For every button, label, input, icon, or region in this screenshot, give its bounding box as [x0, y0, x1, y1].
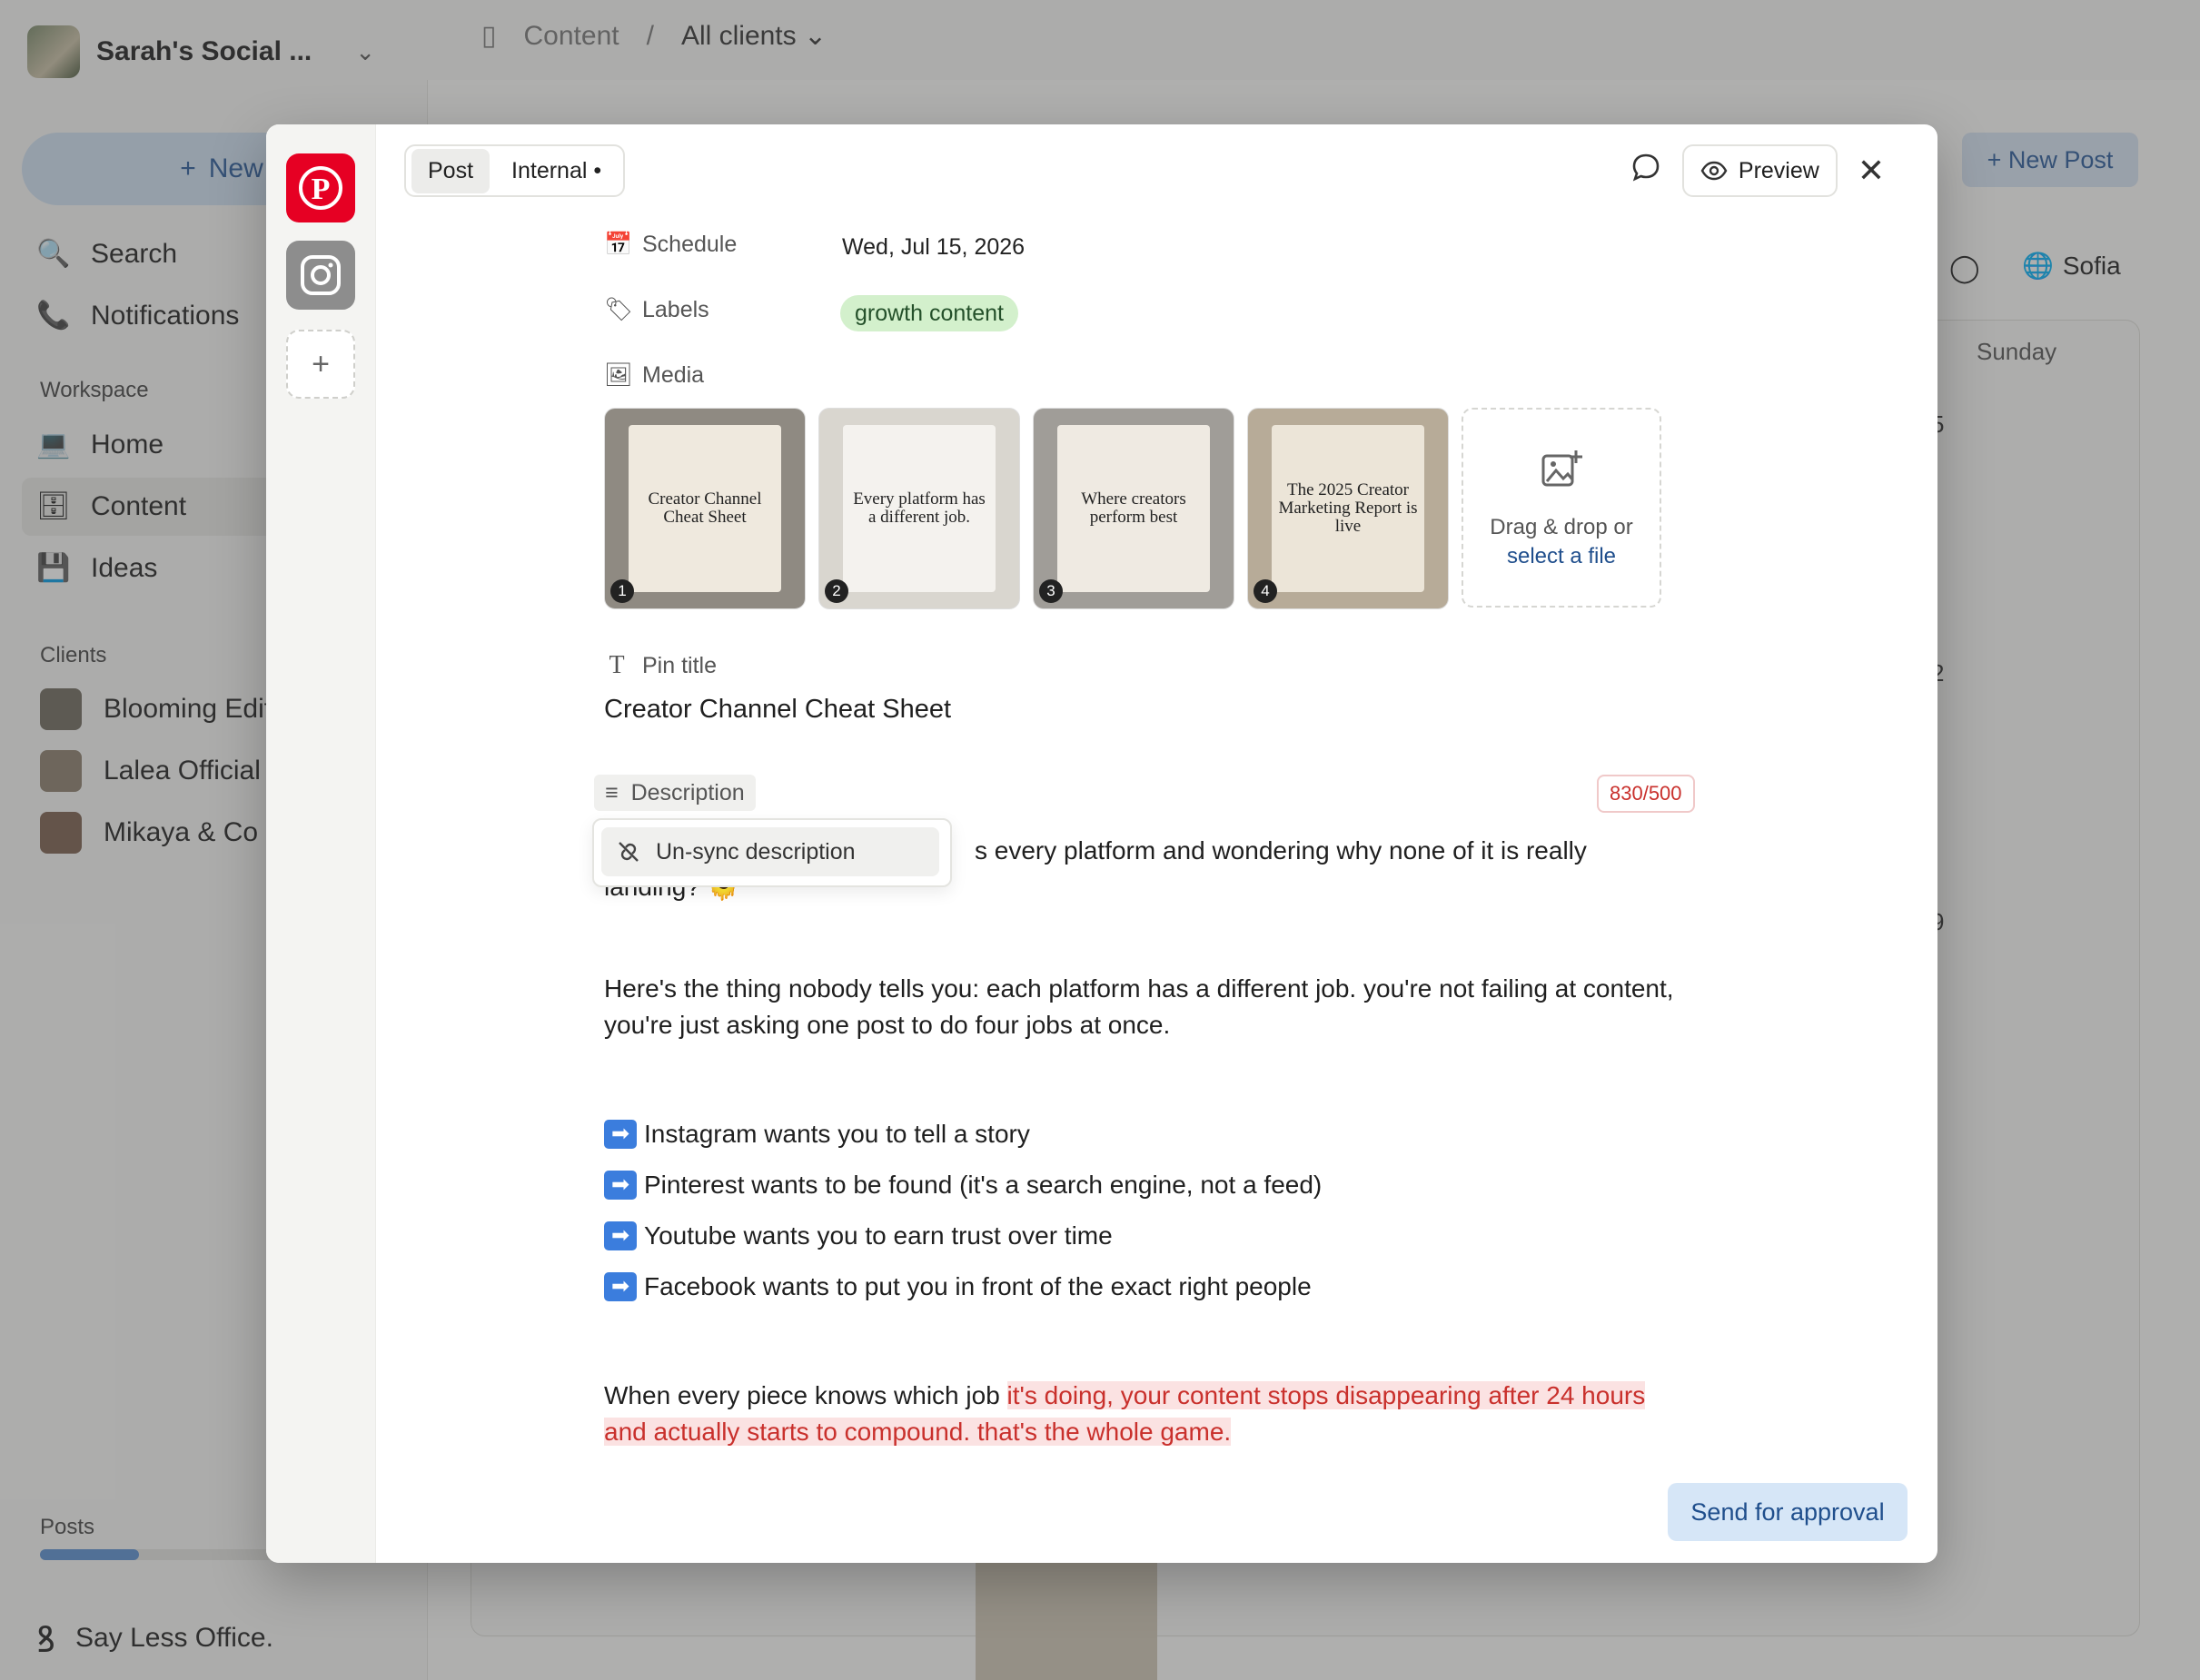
pin-title-input[interactable]: Creator Channel Cheat Sheet: [604, 695, 951, 725]
media-thumbnail[interactable]: Creator Channel Cheat Sheet 1: [604, 408, 806, 609]
list-item: ➡ Instagram wants you to tell a story: [604, 1109, 1676, 1160]
label-chip[interactable]: growth content: [840, 295, 1018, 331]
platform-rail: P +: [266, 124, 376, 1563]
media-card: Every platform has a different job.: [843, 425, 996, 592]
list-item: ➡ Facebook wants to put you in front of t…: [604, 1261, 1676, 1312]
description-label: Description: [630, 779, 745, 805]
align-left-icon: ≡: [605, 779, 619, 805]
close-icon[interactable]: ✕: [1858, 152, 1885, 190]
arrow-right-icon: ➡: [604, 1272, 637, 1301]
media-dropzone[interactable]: Drag & drop or select a file: [1462, 408, 1661, 608]
select-file-link[interactable]: select a file: [1507, 544, 1616, 569]
instagram-tab[interactable]: [286, 241, 355, 310]
arrow-right-icon: ➡: [604, 1171, 637, 1200]
media-number: 1: [610, 579, 634, 603]
media-number: 3: [1039, 579, 1063, 603]
media-thumbnail[interactable]: The 2025 Creator Marketing Report is liv…: [1247, 408, 1449, 609]
media-thumbnail[interactable]: Every platform has a different job. 2: [818, 408, 1020, 609]
list-item: ➡ Youtube wants you to earn trust over ti…: [604, 1211, 1676, 1261]
media-thumbnail[interactable]: Where creators perform best 3: [1033, 408, 1234, 609]
description-paragraph: Here's the thing nobody tells you: each …: [604, 974, 1674, 1039]
description-label-button[interactable]: ≡ Description: [594, 775, 756, 811]
media-card: Where creators perform best: [1057, 425, 1210, 592]
pinterest-icon: P: [299, 166, 342, 210]
pin-title-label: Pin title: [642, 652, 717, 678]
arrow-right-icon: ➡: [604, 1221, 637, 1250]
eye-icon: [1700, 161, 1728, 181]
tag-icon: 🏷: [604, 297, 633, 322]
pin-title-field: T Pin title: [604, 651, 717, 680]
add-platform-button[interactable]: +: [286, 330, 355, 399]
media-number: 2: [825, 579, 848, 603]
media-label: Media: [642, 362, 705, 388]
media-number: 4: [1254, 579, 1277, 603]
description-menu: Un-sync description: [592, 818, 952, 887]
calendar-icon: 📅: [604, 232, 633, 257]
editor-tabs: Post Internal •: [404, 144, 626, 197]
media-card: The 2025 Creator Marketing Report is liv…: [1272, 425, 1424, 592]
preview-button[interactable]: Preview: [1681, 144, 1838, 197]
description-editor[interactable]: s every platform and wondering why none …: [604, 833, 1676, 1450]
schedule-label: Schedule: [642, 232, 738, 257]
image-icon: 🖼: [604, 362, 633, 388]
media-title: Creator Channel Cheat Sheet: [648, 489, 762, 527]
instagram-icon: [301, 255, 341, 295]
unsync-description-item[interactable]: Un-sync description: [601, 827, 939, 876]
tab-internal[interactable]: Internal •: [495, 149, 618, 193]
character-counter: 830/500: [1597, 775, 1695, 813]
schedule-field: 📅 Schedule: [604, 232, 737, 258]
comment-icon[interactable]: [1630, 151, 1662, 192]
schedule-value[interactable]: Wed, Jul 15, 2026: [842, 234, 1025, 261]
add-image-icon: [1540, 447, 1583, 500]
pinterest-tab[interactable]: P: [286, 153, 355, 222]
media-field: 🖼 Media: [604, 362, 704, 389]
media-title: Every platform has a different job.: [853, 489, 986, 527]
list-item: ➡ Pinterest wants to be found (it's a sea…: [604, 1160, 1676, 1211]
media-title: The 2025 Creator Marketing Report is liv…: [1278, 480, 1418, 536]
arrow-right-icon: ➡: [604, 1120, 637, 1149]
unsync-description-label: Un-sync description: [656, 838, 856, 865]
unlink-icon: [619, 842, 639, 862]
modal-actions: Preview ✕: [1630, 144, 1885, 197]
text-icon: T: [609, 651, 625, 679]
post-editor-modal: P + Post Internal • Preview ✕ 📅 Schedule…: [266, 124, 1937, 1563]
media-card: Creator Channel Cheat Sheet: [629, 425, 781, 592]
media-list: Creator Channel Cheat Sheet 1 Every plat…: [604, 408, 1661, 609]
labels-label: Labels: [642, 297, 709, 322]
description-paragraph: When every piece knows which job it's do…: [604, 1381, 1646, 1446]
tab-post[interactable]: Post: [411, 148, 491, 193]
plus-icon: +: [312, 346, 330, 381]
preview-label: Preview: [1738, 157, 1819, 183]
dropzone-text: Drag & drop or: [1490, 514, 1633, 539]
send-for-approval-button[interactable]: Send for approval: [1668, 1483, 1908, 1541]
labels-field: 🏷 Labels: [604, 297, 709, 323]
media-title: Where creators perform best: [1081, 489, 1186, 527]
svg-text:P: P: [312, 173, 331, 206]
